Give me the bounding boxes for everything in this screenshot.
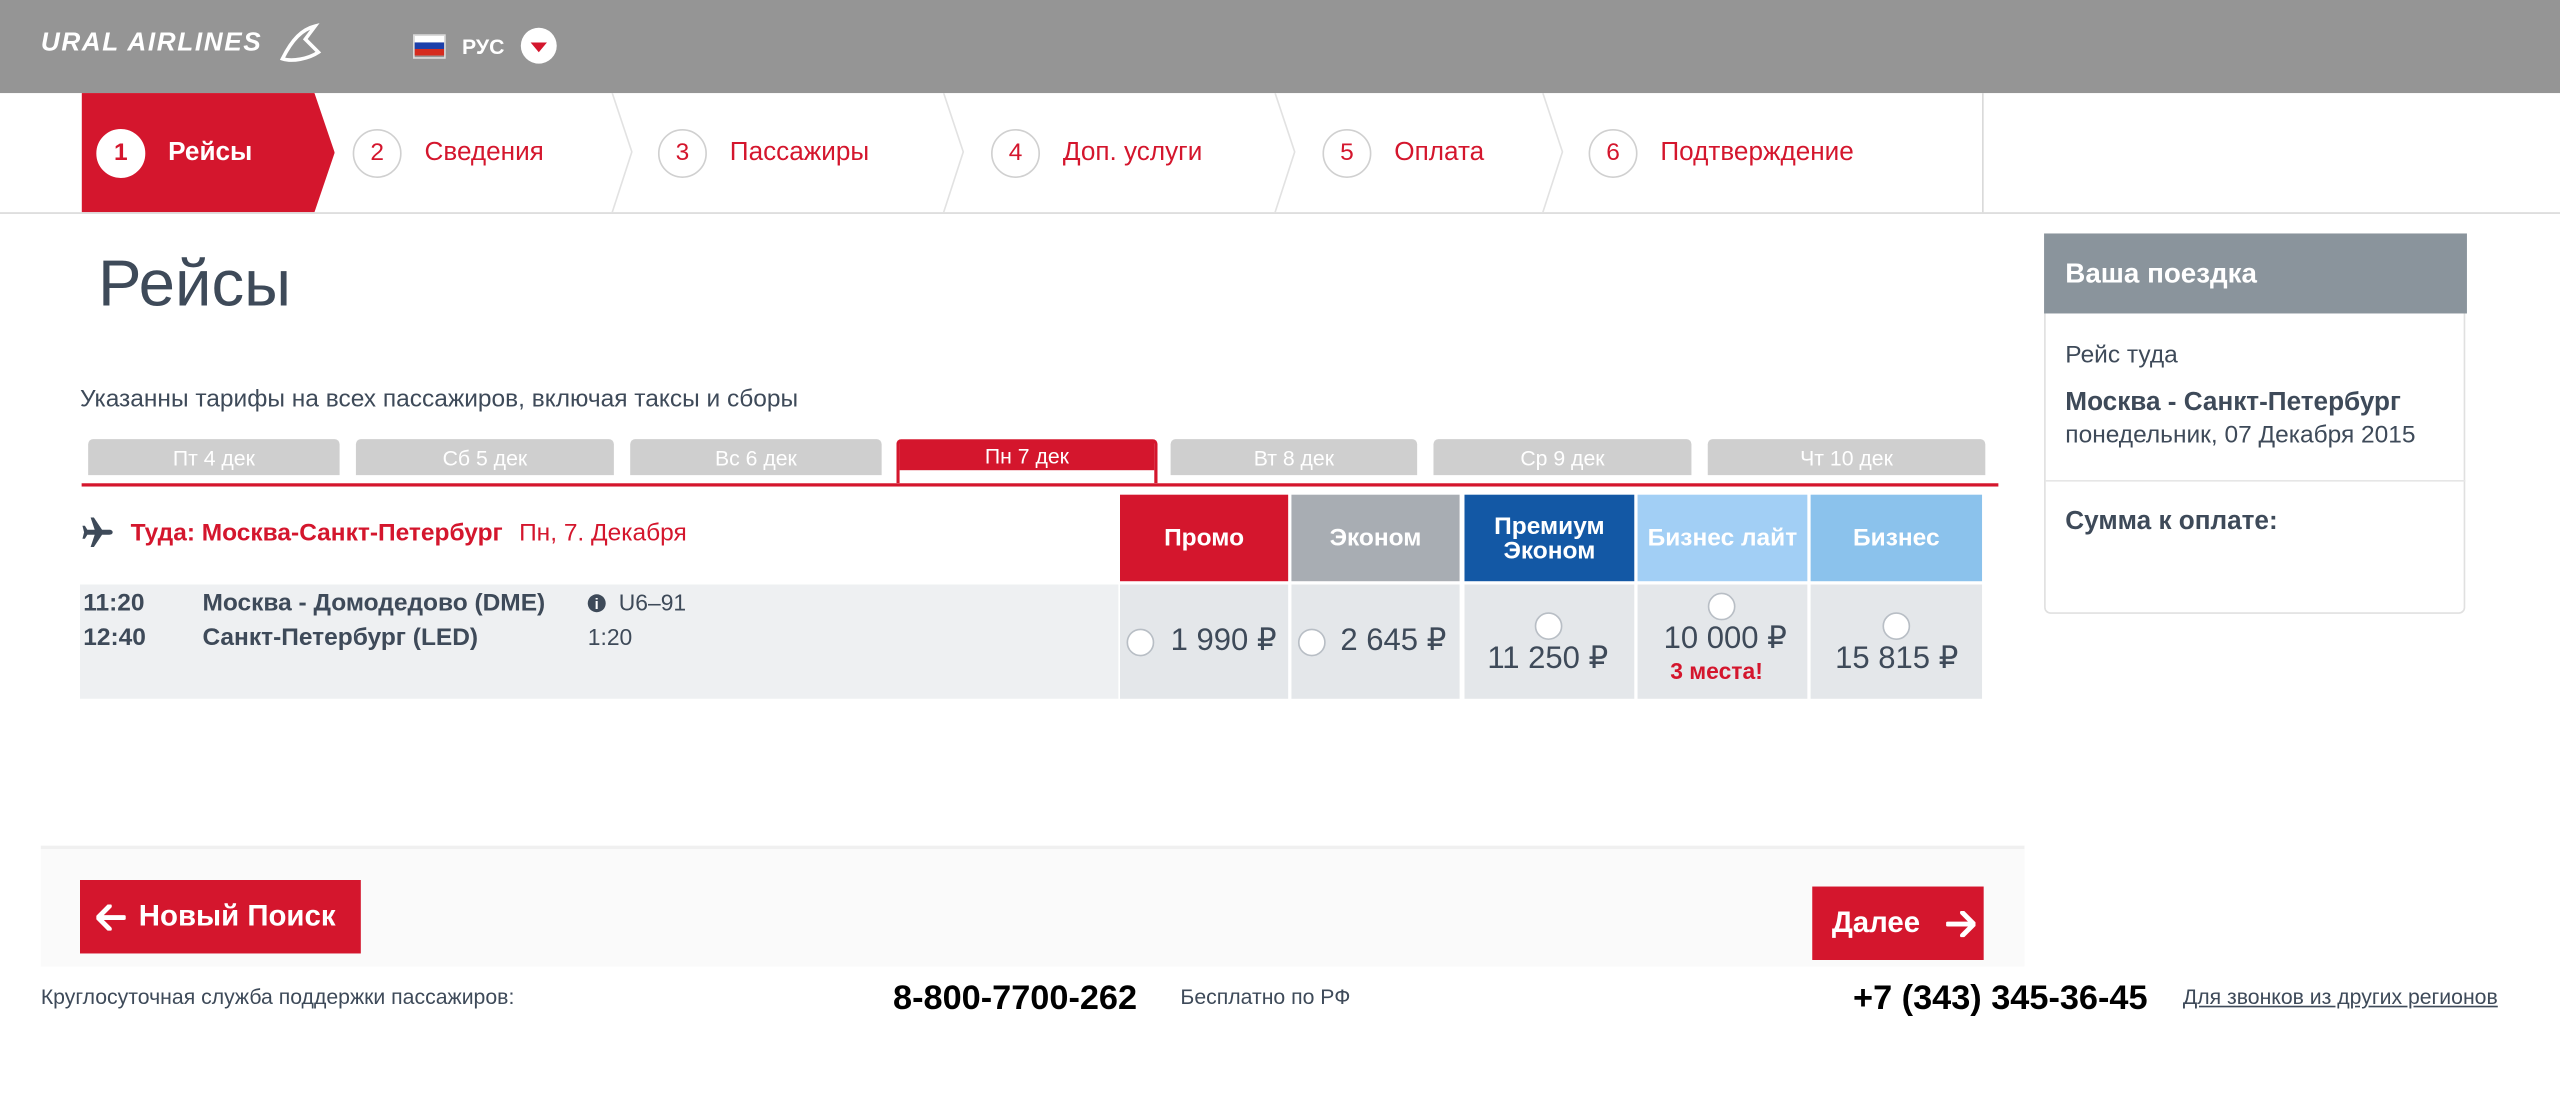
next-label: Далее <box>1831 906 1921 939</box>
new-search-button[interactable]: Новый Поиск <box>80 879 361 954</box>
page-title: Рейсы <box>97 248 292 320</box>
plane-icon <box>82 517 113 547</box>
route-header: Туда: Москва-Санкт-Петербург Пн, 7. Дека… <box>82 516 687 549</box>
step-number: 1 <box>96 128 146 178</box>
step-label: Оплата <box>1394 137 1485 166</box>
fare-class-economy: Эконом <box>1291 494 1460 582</box>
trip-summary-title: Ваша поездка <box>2044 233 2467 314</box>
summary-route: Москва - Санкт-Петербург <box>2065 388 2401 417</box>
date-tab[interactable]: Чт 10 дек <box>1707 439 1986 476</box>
language-label: РУС <box>462 33 505 58</box>
arrow-left-icon <box>96 903 126 930</box>
summary-divider <box>2045 479 2466 482</box>
step-payment[interactable]: 5 Оплата <box>1322 93 1484 212</box>
tabs-underline <box>81 483 1999 487</box>
free-note: Бесплатно по РФ <box>1180 984 1351 1009</box>
next-button[interactable]: Далее <box>1812 886 1984 960</box>
step-separator-icon <box>611 93 633 213</box>
fare-class-promo: Промо <box>1120 494 1289 582</box>
step-label: Сведения <box>424 137 544 166</box>
step-number: 3 <box>657 128 707 178</box>
date-tab-label: Пн 7 дек <box>899 442 1155 471</box>
fare-class-business: Бизнес <box>1810 494 1983 582</box>
steps-divider <box>1982 93 1984 213</box>
logo-mark-icon <box>279 23 321 62</box>
fare-radio-promo[interactable] <box>1126 628 1155 657</box>
info-icon[interactable]: i <box>587 594 606 613</box>
date-tab[interactable]: Пт 4 дек <box>88 439 340 476</box>
regional-phone[interactable]: +7 (343) 345-36-45 <box>1853 980 2148 1019</box>
step-flights[interactable]: 1 Рейсы <box>81 93 335 213</box>
route-date: Пн, 7. Декабря <box>519 518 687 547</box>
summary-date: понедельник, 07 Декабря 2015 <box>2065 421 2416 449</box>
new-search-label: Новый Поиск <box>138 899 336 933</box>
date-tab[interactable]: Вт 8 дек <box>1170 439 1418 476</box>
fare-note: Указанны тарифы на всех пассажиров, вклю… <box>80 385 799 414</box>
step-separator-icon <box>942 93 965 213</box>
seats-left-warning: 3 места! <box>1670 657 1763 685</box>
language-selector[interactable]: РУС <box>413 27 557 64</box>
step-extras[interactable]: 4 Доп. услуги <box>991 93 1202 212</box>
regional-calls-link[interactable]: Для звонков из других регионов <box>2183 984 2498 1008</box>
step-number: 5 <box>1322 128 1372 178</box>
step-confirmation[interactable]: 6 Подтверждение <box>1588 93 1854 212</box>
route-label: Туда: Москва-Санкт-Петербург <box>130 518 503 547</box>
russian-flag-icon <box>413 33 446 58</box>
step-label: Доп. услуги <box>1062 137 1203 166</box>
depart-time: 11:20 <box>83 589 145 618</box>
flight-number: U6–91 <box>618 589 687 616</box>
header-bar <box>0 0 2560 94</box>
step-label: Рейсы <box>168 137 253 166</box>
total-label: Сумма к оплате: <box>2065 507 2278 536</box>
fare-price-premium-economy: 11 250 ₽ <box>1487 641 1609 676</box>
step-number: 4 <box>991 128 1040 178</box>
step-label: Подтверждение <box>1660 137 1854 166</box>
logo-text: URAL AIRLINES <box>40 29 263 58</box>
date-tab-selected[interactable]: Пн 7 дек <box>896 439 1158 484</box>
fare-radio-business-lite[interactable] <box>1707 592 1736 621</box>
fare-price-economy: 2 645 ₽ <box>1340 623 1447 658</box>
fare-class-premium-economy: Премиум Эконом <box>1464 494 1635 582</box>
step-details[interactable]: 2 Сведения <box>352 93 544 212</box>
logo[interactable]: URAL AIRLINES <box>41 20 325 69</box>
free-phone[interactable]: 8-800-7700-262 <box>893 980 1137 1019</box>
arrow-right-icon <box>1946 910 1976 937</box>
fare-radio-business[interactable] <box>1882 612 1911 640</box>
leg-label: Рейс туда <box>2065 341 2178 369</box>
date-tab[interactable]: Вс 6 дек <box>630 439 882 476</box>
arrive-time: 12:40 <box>83 623 146 652</box>
step-passengers[interactable]: 3 Пассажиры <box>657 93 870 212</box>
step-separator-icon <box>1274 93 1296 213</box>
fare-price-business: 15 815 ₽ <box>1835 641 1959 676</box>
fare-price-promo: 1 990 ₽ <box>1170 623 1277 658</box>
fare-price-business-lite: 10 000 ₽ <box>1663 622 1787 657</box>
step-number: 2 <box>352 128 402 178</box>
date-tab[interactable]: Ср 9 дек <box>1433 439 1692 476</box>
flight-duration: 1:20 <box>587 623 633 650</box>
chevron-down-icon[interactable] <box>520 27 557 64</box>
arrive-airport: Санкт-Петербург (LED) <box>202 623 479 652</box>
step-label: Пассажиры <box>729 137 870 166</box>
step-separator-icon <box>1542 93 1564 213</box>
support-label: Круглосуточная служба поддержки пассажир… <box>40 984 515 1009</box>
step-number: 6 <box>1588 128 1638 178</box>
depart-airport: Москва - Домодедово (DME) <box>202 589 546 618</box>
fare-class-business-lite: Бизнес лайт <box>1637 494 1808 582</box>
fare-radio-premium-economy[interactable] <box>1534 612 1563 640</box>
date-tab[interactable]: Сб 5 дек <box>355 439 614 476</box>
fare-radio-economy[interactable] <box>1297 628 1326 657</box>
